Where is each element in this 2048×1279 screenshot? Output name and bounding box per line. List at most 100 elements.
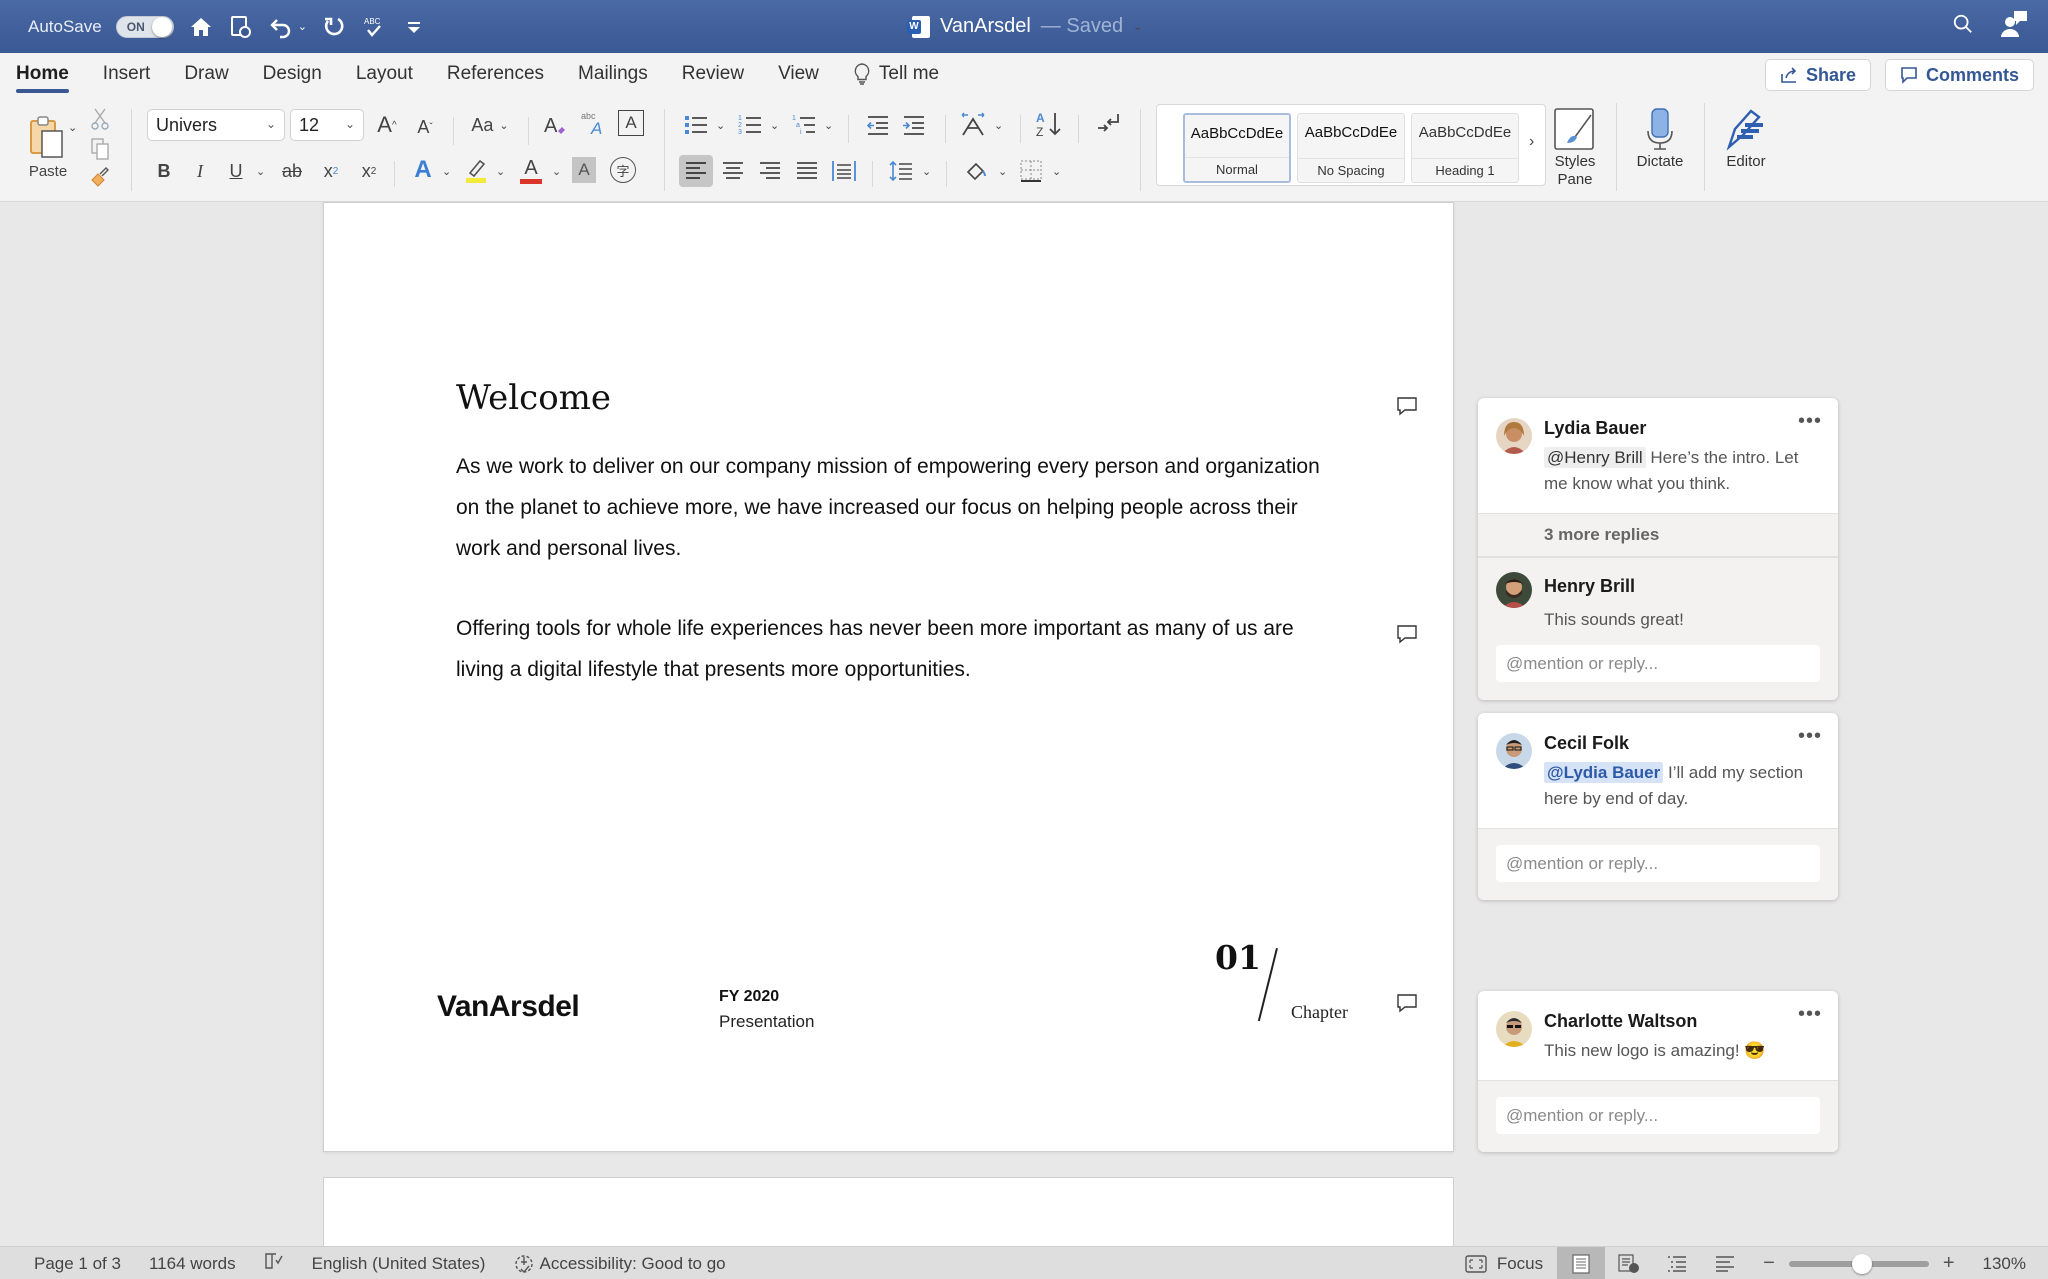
outline-view-button[interactable] [1653, 1247, 1701, 1279]
copy-icon[interactable] [88, 137, 112, 161]
tab-home[interactable]: Home [16, 53, 85, 95]
styles-pane-button[interactable]: Styles Pane [1550, 107, 1600, 189]
multilevel-list-icon[interactable]: 1ai [790, 111, 818, 139]
shrink-font-icon[interactable]: Aˇ [410, 113, 440, 141]
more-options-icon[interactable]: ••• [1798, 410, 1822, 433]
character-spacing-icon[interactable] [958, 109, 988, 139]
text-effects-icon[interactable]: A [408, 155, 438, 185]
subscript-button[interactable]: x2 [318, 157, 344, 185]
document-title-area[interactable]: VanArsdel — Saved ⌄ [907, 0, 1142, 53]
character-border-icon[interactable]: A [618, 110, 644, 136]
comment-marker-icon[interactable] [1396, 624, 1418, 644]
reply-input[interactable] [1496, 845, 1820, 882]
dictate-button[interactable]: Dictate [1632, 107, 1688, 171]
style-heading-1[interactable]: AaBbCcDdEe Heading 1 [1411, 113, 1519, 183]
style-no-spacing[interactable]: AaBbCcDdEe No Spacing [1297, 113, 1405, 183]
sync-save-icon[interactable] [228, 14, 254, 40]
font-size-select[interactable]: 12 ⌄ [290, 109, 364, 141]
tab-review[interactable]: Review [682, 53, 760, 95]
tab-draw[interactable]: Draw [184, 53, 244, 95]
print-layout-view-button[interactable] [1557, 1247, 1606, 1279]
tab-layout[interactable]: Layout [356, 53, 429, 95]
tab-references[interactable]: References [447, 53, 560, 95]
change-case-button[interactable]: Aa ⌄ [465, 111, 515, 139]
bullets-dropdown-icon[interactable]: ⌄ [716, 119, 725, 132]
superscript-button[interactable]: x2 [356, 157, 382, 185]
font-color-icon[interactable]: A [516, 153, 546, 187]
borders-dropdown-icon[interactable]: ⌄ [1052, 165, 1061, 178]
zoom-in-button[interactable]: + [1943, 1252, 1955, 1275]
web-layout-view-button[interactable] [1605, 1247, 1653, 1279]
tab-design[interactable]: Design [263, 53, 338, 95]
paste-button[interactable]: Paste [18, 107, 78, 187]
justify-button[interactable] [790, 155, 824, 187]
highlight-dropdown-icon[interactable]: ⌄ [496, 165, 505, 178]
style-normal[interactable]: AaBbCcDdEe Normal [1183, 113, 1291, 183]
text-effects-abc-icon[interactable]: abc A [580, 109, 608, 137]
italic-button[interactable]: I [188, 157, 212, 185]
line-spacing-dropdown-icon[interactable]: ⌄ [922, 165, 931, 178]
more-options-icon[interactable]: ••• [1798, 1003, 1822, 1026]
word-count[interactable]: 1164 words [149, 1254, 236, 1274]
character-shading-icon[interactable]: A [572, 157, 596, 183]
align-left-button[interactable] [679, 155, 713, 187]
focus-mode-button[interactable]: Focus [1465, 1254, 1543, 1274]
language-status[interactable]: English (United States) [312, 1254, 486, 1274]
tab-view[interactable]: View [778, 53, 835, 95]
undo-dropdown-icon[interactable]: ⌄ [298, 20, 307, 33]
bullets-icon[interactable] [682, 111, 710, 139]
undo-icon[interactable] [268, 14, 294, 40]
line-spacing-icon[interactable] [886, 155, 916, 187]
underline-button[interactable]: U [224, 157, 248, 185]
tab-mailings[interactable]: Mailings [578, 53, 664, 95]
comment-thread[interactable]: Lydia Bauer @Henry Brill Here’s the intr… [1478, 398, 1838, 700]
comment-marker-icon[interactable] [1396, 993, 1418, 1013]
distributed-button[interactable] [827, 155, 861, 187]
search-icon[interactable] [1952, 13, 1974, 40]
borders-icon[interactable] [1016, 155, 1046, 187]
tab-insert[interactable]: Insert [103, 53, 167, 95]
zoom-slider-thumb[interactable] [1851, 1253, 1872, 1274]
zoom-level[interactable]: 130% [1983, 1254, 2026, 1274]
more-replies-link[interactable]: 3 more replies [1478, 513, 1838, 557]
highlight-icon[interactable] [462, 155, 492, 185]
numbering-dropdown-icon[interactable]: ⌄ [770, 119, 779, 132]
home-icon[interactable] [188, 14, 214, 40]
sort-icon[interactable]: AZ [1034, 109, 1064, 139]
character-spacing-dropdown-icon[interactable]: ⌄ [994, 119, 1003, 132]
paste-dropdown-icon[interactable]: ⌄ [68, 121, 77, 134]
numbering-icon[interactable]: 123 [736, 111, 764, 139]
spelling-check-icon[interactable]: ABC [361, 14, 387, 40]
reply-input[interactable] [1496, 645, 1820, 682]
customize-toolbar-icon[interactable] [401, 14, 427, 40]
autosave-toggle[interactable]: ON [115, 15, 174, 38]
document-page[interactable]: Welcome As we work to deliver on our com… [323, 202, 1454, 1152]
proofing-icon[interactable] [264, 1252, 284, 1275]
multilevel-dropdown-icon[interactable]: ⌄ [824, 119, 833, 132]
increase-indent-icon[interactable] [900, 111, 928, 139]
comments-button[interactable]: Comments [1884, 59, 2034, 91]
redo-icon[interactable] [321, 14, 347, 40]
align-right-button[interactable] [753, 155, 787, 187]
show-formatting-marks-icon[interactable] [1094, 109, 1124, 139]
decrease-indent-icon[interactable] [864, 111, 892, 139]
document-page-2[interactable] [323, 1177, 1454, 1246]
zoom-slider[interactable] [1788, 1253, 1929, 1274]
comment-thread[interactable]: Charlotte Waltson This new logo is amazi… [1478, 991, 1838, 1152]
draft-view-button[interactable] [1701, 1247, 1749, 1279]
share-button[interactable]: Share [1764, 59, 1871, 91]
accessibility-status[interactable]: Accessibility: Good to go [513, 1253, 726, 1275]
comment-thread[interactable]: Cecil Folk @Lydia Bauer I’ll add my sect… [1478, 713, 1838, 900]
mention[interactable]: @Lydia Bauer [1544, 762, 1664, 783]
reply-input[interactable] [1496, 1097, 1820, 1134]
shading-dropdown-icon[interactable]: ⌄ [998, 165, 1007, 178]
comment-marker-icon[interactable] [1396, 396, 1418, 416]
font-color-dropdown-icon[interactable]: ⌄ [552, 165, 561, 178]
cut-icon[interactable] [88, 107, 112, 131]
styles-more-chevron-icon[interactable]: › [1529, 133, 1534, 151]
enclose-characters-icon[interactable]: 字 [610, 157, 636, 183]
tell-me-search[interactable]: Tell me [853, 53, 955, 95]
text-effects-dropdown-icon[interactable]: ⌄ [442, 165, 451, 178]
font-name-select[interactable]: Univers ⌄ [147, 109, 285, 141]
strikethrough-button[interactable]: ab [278, 157, 306, 185]
